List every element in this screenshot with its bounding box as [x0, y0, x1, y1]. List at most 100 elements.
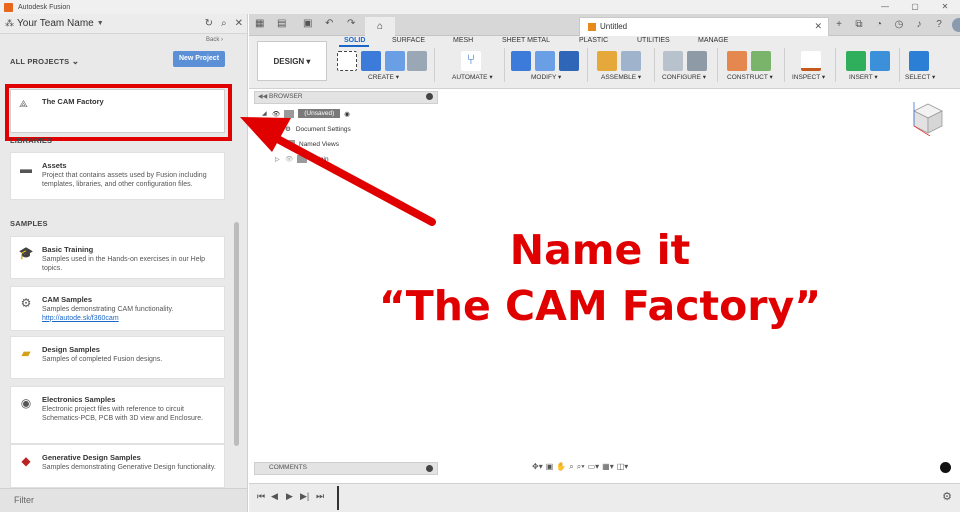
filter-input[interactable]: Filter: [0, 488, 247, 512]
notifications-icon[interactable]: ♪: [909, 14, 929, 36]
select-icon[interactable]: [909, 51, 929, 71]
tab-solid[interactable]: SOLID: [344, 37, 365, 44]
settings-gear-icon[interactable]: ⚙: [942, 490, 952, 503]
group-assemble[interactable]: ASSEMBLE ▾: [601, 73, 641, 81]
go-to-start-icon[interactable]: ⏮: [257, 491, 265, 502]
visibility-eye-icon[interactable]: 👁: [272, 110, 280, 118]
expand-arrow-icon[interactable]: ▷: [275, 156, 283, 163]
tab-utilities[interactable]: UTILITIES: [637, 37, 670, 44]
browser-pin-icon[interactable]: [426, 93, 433, 100]
browser-root[interactable]: ◢ 👁 (Unsaved) ◉: [262, 109, 350, 118]
offset-plane-icon[interactable]: [727, 51, 747, 71]
extrude-icon[interactable]: [361, 51, 381, 71]
help-icon[interactable]: ?: [929, 14, 949, 36]
sample-card-basic-training[interactable]: 🎓 Basic Training Samples used in the Han…: [10, 236, 225, 279]
joint-icon[interactable]: [621, 51, 641, 71]
axis-icon[interactable]: [751, 51, 771, 71]
expand-arrow-icon[interactable]: ▷: [275, 126, 283, 133]
user-avatar[interactable]: [952, 18, 960, 32]
shell-icon[interactable]: [559, 51, 579, 71]
close-panel-icon[interactable]: ✕: [235, 18, 243, 29]
zoom-icon[interactable]: ⌕: [569, 462, 573, 474]
collapse-icon[interactable]: ◀◀: [258, 93, 267, 100]
measure-icon[interactable]: [801, 51, 821, 71]
revolve-icon[interactable]: [385, 51, 405, 71]
create-sketch-icon[interactable]: [337, 51, 357, 71]
extensions-icon[interactable]: ⧉: [849, 14, 869, 36]
library-card-assets[interactable]: ▬ Assets Project that contains assets us…: [10, 152, 225, 200]
step-forward-icon[interactable]: ▶|: [300, 491, 309, 502]
group-insert[interactable]: INSERT ▾: [849, 73, 878, 81]
configure-icon[interactable]: [663, 51, 683, 71]
browser-node-document-settings[interactable]: ▷ ⚙ Document Settings: [275, 125, 351, 134]
viewcube-icon[interactable]: [910, 100, 946, 136]
group-configure[interactable]: CONFIGURE ▾: [662, 73, 706, 81]
sample-card-design[interactable]: ▰ Design Samples Samples of completed Fu…: [10, 336, 225, 379]
sample-card-cam[interactable]: ⚙ CAM Samples Samples demonstrating CAM …: [10, 286, 225, 331]
group-construct[interactable]: CONSTRUCT ▾: [727, 73, 773, 81]
group-inspect[interactable]: INSPECT ▾: [792, 73, 825, 81]
step-back-icon[interactable]: ◀: [271, 491, 278, 502]
grid-menu-icon[interactable]: ▦: [255, 18, 264, 29]
visibility-eye-icon[interactable]: 👁: [285, 155, 293, 163]
home-tab[interactable]: ⌂: [365, 17, 395, 36]
tab-sheet-metal[interactable]: SHEET METAL: [502, 37, 550, 44]
parameters-icon[interactable]: [687, 51, 707, 71]
new-component-icon[interactable]: [597, 51, 617, 71]
browser-panel-header[interactable]: ◀◀ BROWSER: [254, 91, 438, 104]
job-status-icon[interactable]: ◔: [869, 14, 889, 36]
panel-scrollbar[interactable]: [234, 222, 239, 446]
sample-card-electronics[interactable]: ◉ Electronics Samples Electronic project…: [10, 386, 225, 444]
document-tab[interactable]: Untitled ✕: [579, 17, 829, 36]
browser-node-named-views[interactable]: Named Views: [285, 140, 339, 148]
tab-manage[interactable]: MANAGE: [698, 37, 728, 44]
group-create[interactable]: CREATE ▾: [368, 73, 399, 81]
orbit-icon[interactable]: ✥▾: [532, 462, 543, 474]
file-icon[interactable]: ▤: [277, 18, 286, 29]
timeline-marker[interactable]: [337, 486, 343, 510]
minimize-button[interactable]: —: [870, 0, 900, 14]
comments-panel-header[interactable]: COMMENTS: [254, 462, 438, 475]
browser-node-origin[interactable]: ▷ 👁 Origin: [275, 155, 329, 163]
look-at-icon[interactable]: ▣: [546, 462, 554, 474]
grid-settings-icon[interactable]: ▦▾: [602, 462, 614, 474]
automate-icon[interactable]: ⑂: [461, 51, 481, 71]
viewports-icon[interactable]: ◫▾: [617, 462, 629, 474]
save-icon[interactable]: ▣: [303, 18, 312, 29]
undo-icon[interactable]: ↶: [325, 18, 333, 29]
fit-icon[interactable]: ⌕▾: [577, 462, 585, 474]
back-link[interactable]: Back ›: [206, 37, 223, 43]
close-window-button[interactable]: ✕: [930, 0, 960, 14]
refresh-icon[interactable]: ↻: [205, 18, 213, 29]
go-to-end-icon[interactable]: ⏭: [316, 491, 324, 502]
group-modify[interactable]: MODIFY ▾: [531, 73, 561, 81]
maximize-button[interactable]: ▢: [900, 0, 930, 14]
group-automate[interactable]: AUTOMATE ▾: [452, 73, 493, 81]
sample-card-generative-design[interactable]: ◆ Generative Design Samples Samples demo…: [10, 444, 225, 488]
hole-icon[interactable]: [407, 51, 427, 71]
tab-surface[interactable]: SURFACE: [392, 37, 425, 44]
insert-derive-icon[interactable]: [846, 51, 866, 71]
autodesk-assistant-icon[interactable]: [940, 462, 951, 473]
tab-mesh[interactable]: MESH: [453, 37, 473, 44]
new-project-button[interactable]: New Project: [173, 51, 225, 67]
expand-arrow-icon[interactable]: ◢: [262, 110, 270, 117]
active-radio-icon[interactable]: ◉: [344, 110, 350, 118]
search-icon[interactable]: ⌕: [221, 18, 227, 29]
press-pull-icon[interactable]: [511, 51, 531, 71]
new-tab-icon[interactable]: +: [829, 14, 849, 36]
play-icon[interactable]: ▶: [286, 491, 293, 502]
group-select[interactable]: SELECT ▾: [905, 73, 935, 81]
display-settings-icon[interactable]: ▭▾: [588, 462, 600, 474]
fillet-icon[interactable]: [535, 51, 555, 71]
cam-link[interactable]: http://autode.sk/f360cam: [42, 315, 119, 322]
pan-icon[interactable]: ✋: [556, 462, 566, 474]
close-tab-icon[interactable]: ✕: [814, 18, 822, 35]
history-icon[interactable]: ◷: [889, 14, 909, 36]
workspace-switcher[interactable]: DESIGN ▾: [257, 41, 327, 81]
comments-add-icon[interactable]: [426, 465, 433, 472]
insert-image-icon[interactable]: [870, 51, 890, 71]
redo-icon[interactable]: ↷: [347, 18, 355, 29]
tab-plastic[interactable]: PLASTIC: [579, 37, 608, 44]
all-projects-heading[interactable]: ALL PROJECTS ⌄: [10, 56, 79, 67]
